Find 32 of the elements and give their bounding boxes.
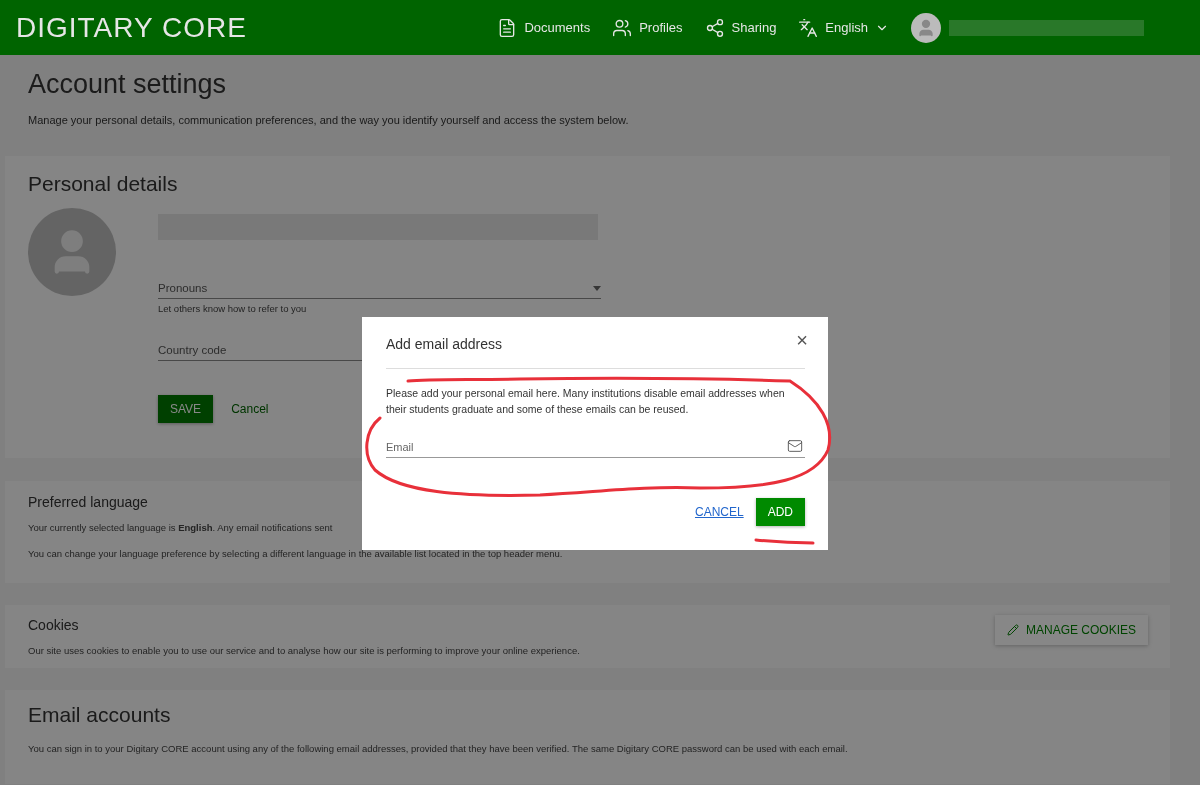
section-title: Personal details	[28, 172, 178, 196]
page-subtitle: Manage your personal details, communication preferences, and the way you identify yourself and access the system below.	[28, 114, 630, 126]
page-title: Account settings	[28, 69, 228, 100]
user-avatar[interactable]	[911, 12, 941, 43]
email-field[interactable]: Email	[386, 441, 805, 458]
cookies-text: Our site uses cookies to enable you to use our service and to analyse how our site is performing to improve your online experience.	[28, 645, 580, 656]
cancel-link[interactable]: Cancel	[231, 402, 269, 416]
manage-cookies-button[interactable]: MANAGE COOKIES	[994, 615, 1148, 645]
nav-link[interactable]: Documents	[497, 17, 591, 38]
language-text: Your currently selected language is English. Any email notifications sent	[28, 522, 333, 533]
dialog-text: Please add your personal email here. Many institutions disable email addresses when their students graduate and some of these emails can be reused.	[386, 386, 786, 417]
field-hint: Let others know how to refer to you	[158, 303, 308, 314]
pencil-icon	[1006, 624, 1019, 636]
pronouns-dropdown[interactable]: Pronouns	[158, 282, 601, 299]
logo[interactable]: DIGITARY CORE	[16, 11, 247, 44]
section-title: Preferred language	[28, 494, 148, 510]
cancel-link[interactable]: CANCEL	[694, 505, 744, 519]
translate-icon	[798, 17, 819, 38]
close-button[interactable]: ×	[796, 329, 808, 352]
save-button[interactable]: SAVE	[158, 395, 214, 423]
section-title: Cookies	[28, 617, 79, 633]
nav-link[interactable]: Profiles	[612, 17, 683, 38]
add-button[interactable]: ADD	[755, 498, 805, 526]
nav-link[interactable]: Sharing	[704, 17, 777, 38]
language-menu[interactable]: English	[798, 17, 889, 38]
share-icon	[704, 17, 725, 38]
language-text: You can change your language preference by selecting a different language in the available list located in the top header menu.	[28, 548, 563, 559]
people-icon	[612, 17, 633, 38]
dialog-title: Add email address	[386, 336, 502, 352]
email-accounts-text: You can sign in to your Digitary CORE account using any of the following email addresses, provided that they have been verified. The same Digitary CORE password can be used with each email.	[28, 743, 848, 754]
mail-icon	[787, 438, 803, 454]
section-title: Email accounts	[28, 703, 171, 727]
